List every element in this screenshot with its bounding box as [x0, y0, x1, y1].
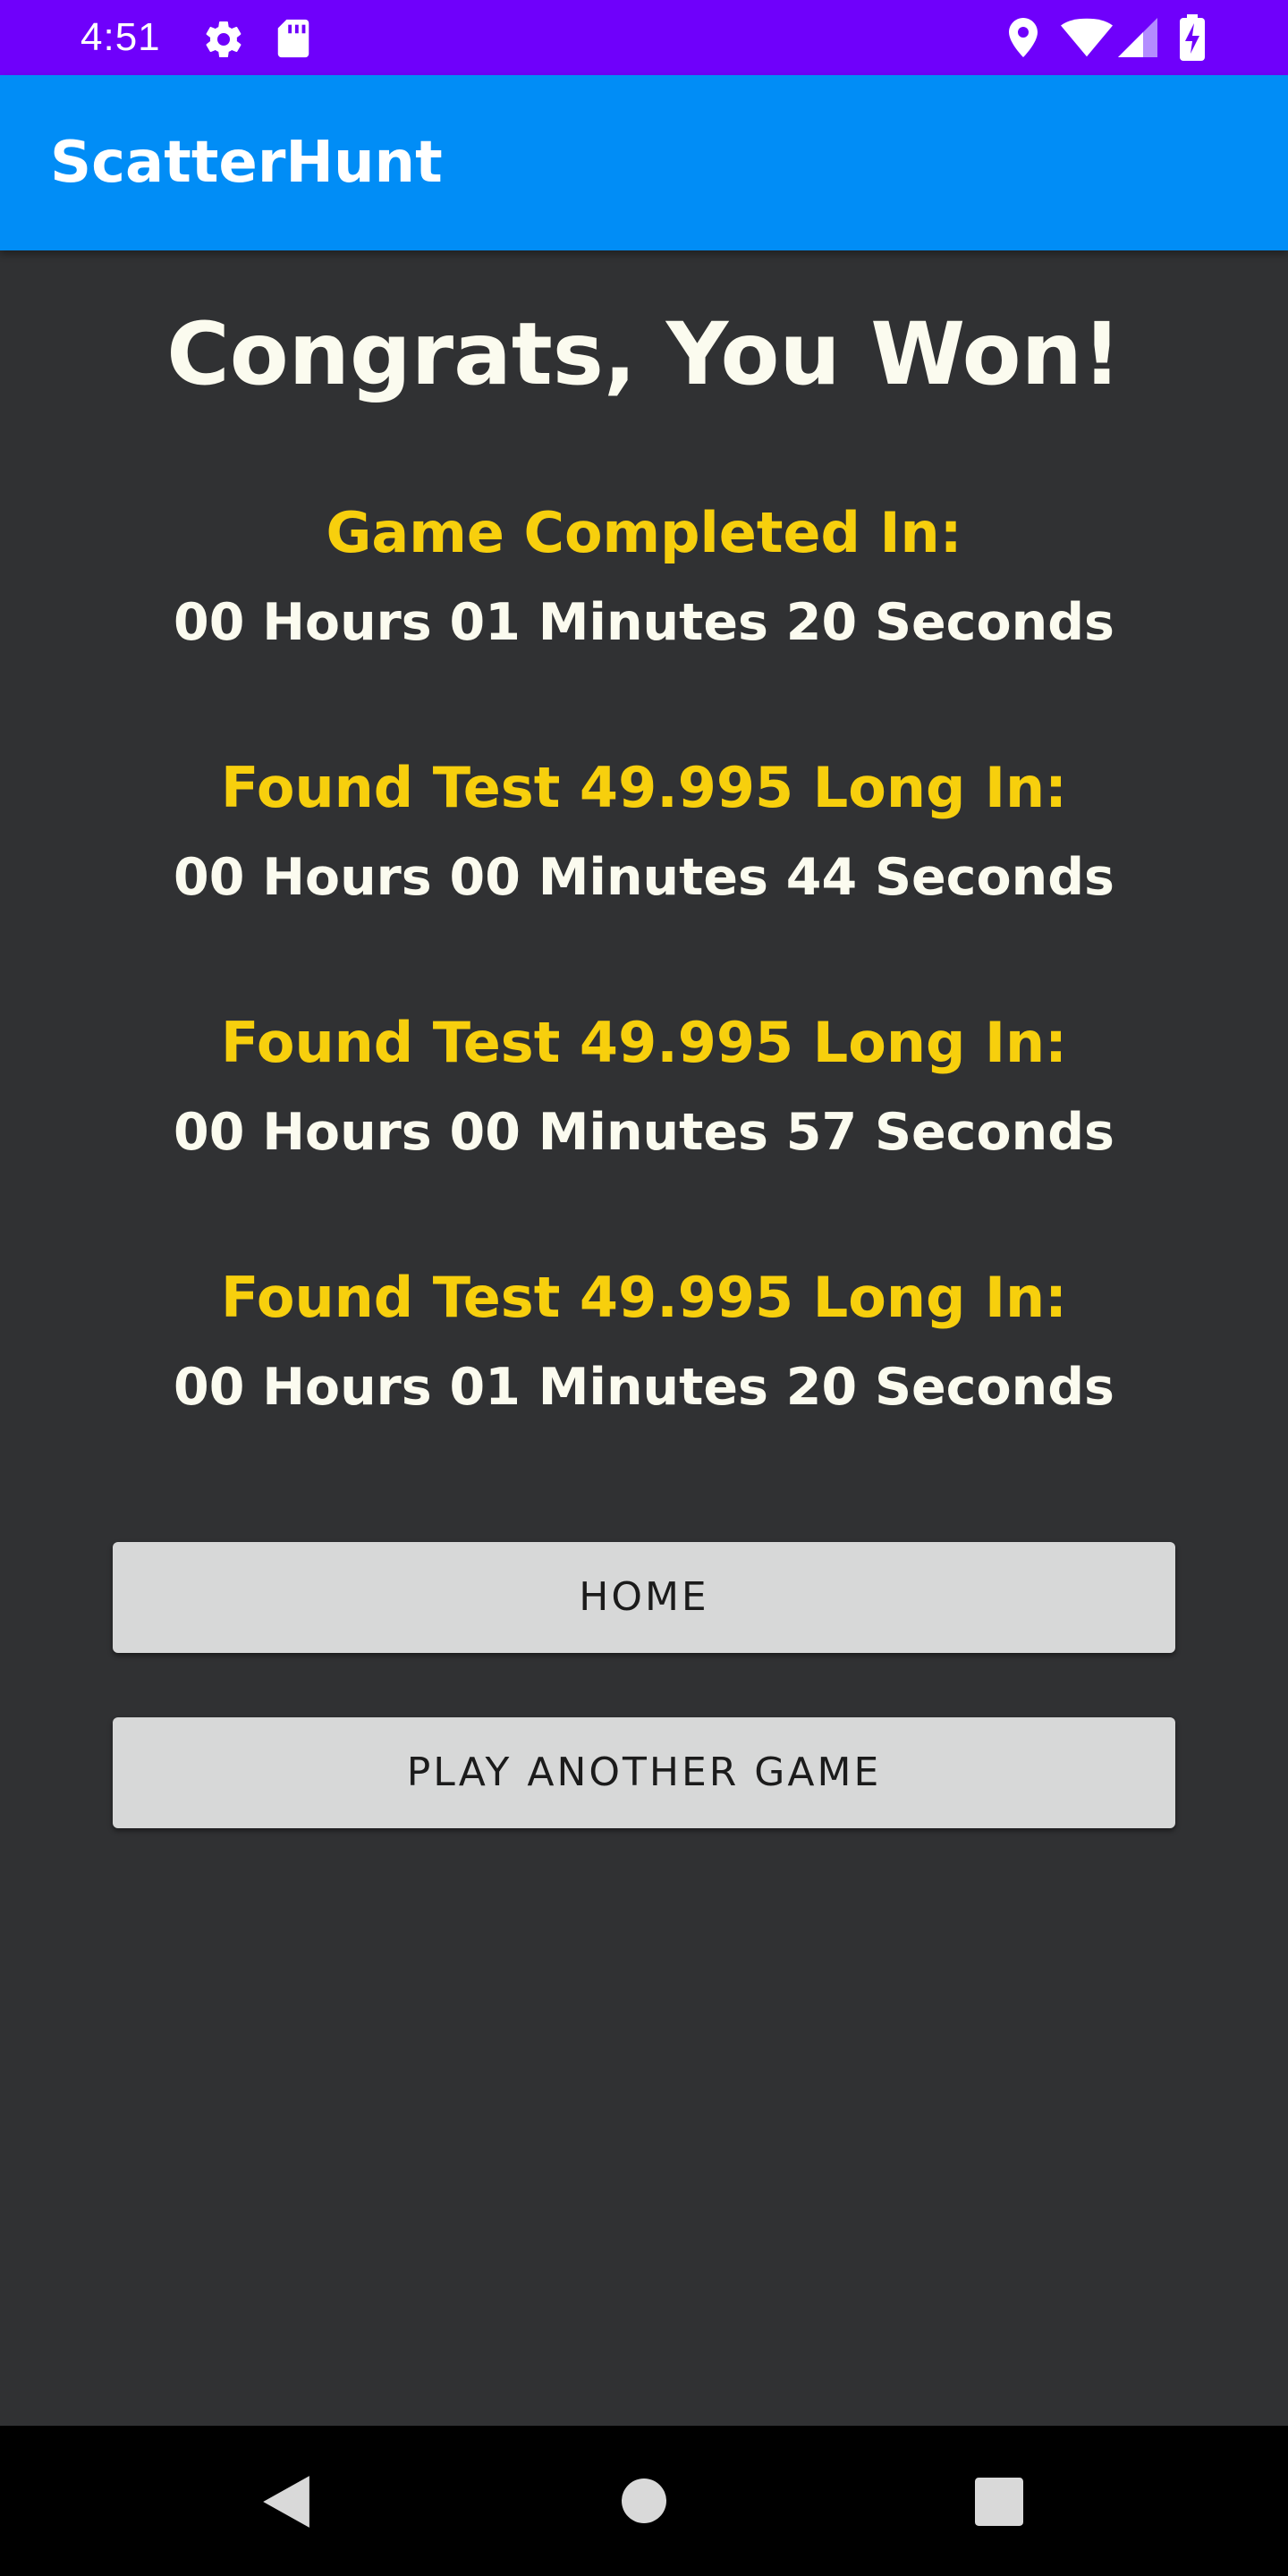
wifi-icon [1061, 18, 1113, 57]
status-bar: 4:51 [0, 0, 1288, 75]
app-title: ScatterHunt [50, 130, 443, 196]
screen: 4:51 ScatterHunt Congrats, You Won! Game… [0, 0, 1288, 2576]
cell-signal-icon [1118, 18, 1157, 57]
headline: Congrats, You Won! [166, 304, 1122, 404]
navigation-bar [0, 2426, 1288, 2576]
result-found-2: Found Test 49.995 Long In: 00 Hours 00 M… [0, 1007, 1288, 1168]
result-value: 00 Hours 01 Minutes 20 Seconds [174, 1358, 1114, 1417]
home-icon[interactable] [621, 2478, 667, 2524]
location-icon [1009, 18, 1038, 57]
status-time: 4:51 [80, 15, 161, 59]
home-button[interactable]: HOME [113, 1542, 1175, 1653]
sd-card-icon [277, 19, 309, 58]
result-label: Game Completed In: [326, 500, 962, 565]
result-value: 00 Hours 00 Minutes 57 Seconds [174, 1103, 1114, 1162]
battery-charging-icon [1180, 14, 1205, 61]
result-label: Found Test 49.995 Long In: [221, 1010, 1067, 1075]
result-game-completed: Game Completed In: 00 Hours 01 Minutes 2… [0, 497, 1288, 658]
back-icon[interactable] [259, 2474, 311, 2529]
result-found-3: Found Test 49.995 Long In: 00 Hours 01 M… [0, 1262, 1288, 1423]
result-found-1: Found Test 49.995 Long In: 00 Hours 00 M… [0, 752, 1288, 913]
recents-icon[interactable] [975, 2478, 1023, 2526]
result-value: 00 Hours 00 Minutes 44 Seconds [174, 848, 1114, 907]
result-label: Found Test 49.995 Long In: [221, 1265, 1067, 1330]
result-value: 00 Hours 01 Minutes 20 Seconds [174, 593, 1114, 652]
play-another-game-button[interactable]: PLAY ANOTHER GAME [113, 1717, 1175, 1828]
app-bar: ScatterHunt [0, 75, 1288, 250]
result-label: Found Test 49.995 Long In: [221, 755, 1067, 820]
settings-icon [206, 21, 242, 58]
